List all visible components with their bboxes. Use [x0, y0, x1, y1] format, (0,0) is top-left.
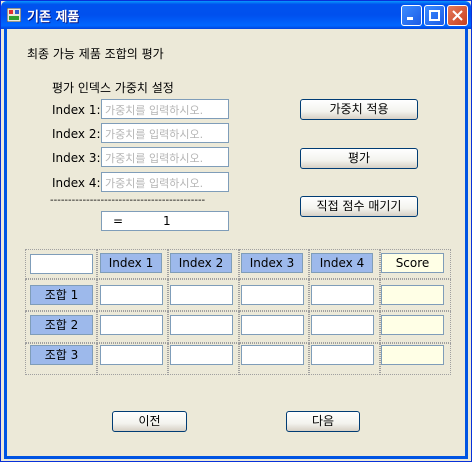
row-label-3: 조합 3 [30, 345, 93, 365]
sum-equals: = [113, 214, 124, 228]
header-index3: Index 3 [241, 253, 303, 273]
index4-label: Index 4: [52, 176, 101, 190]
apply-weights-button[interactable]: 가중치 적용 [300, 99, 418, 120]
evaluation-table: Index 1 Index 2 Index 3 Index 4 Score 조합… [25, 249, 451, 375]
cell-r3-score[interactable] [381, 345, 444, 365]
header-index2: Index 2 [170, 253, 232, 273]
cell-r3-index2[interactable] [170, 345, 233, 365]
cell-r1-index2[interactable] [170, 285, 233, 305]
cell-r2-index3[interactable] [241, 315, 304, 335]
direct-score-button[interactable]: 직접 점수 매기기 [300, 196, 418, 217]
corner-input[interactable] [30, 254, 93, 274]
index3-weight-input[interactable]: 가중치를 입력하시오. [101, 147, 229, 167]
title-bar[interactable]: 기존 제품 [1, 1, 471, 29]
cell-r2-index2[interactable] [170, 315, 233, 335]
minimize-icon [407, 17, 413, 20]
row-label-1: 조합 1 [30, 285, 93, 305]
cell-r2-index4[interactable] [311, 315, 374, 335]
maximize-button[interactable] [424, 5, 445, 26]
minimize-button[interactable] [401, 5, 422, 26]
maximize-icon [429, 10, 440, 21]
header-index4: Index 4 [311, 253, 373, 273]
cell-r3-index3[interactable] [241, 345, 304, 365]
header-index1: Index 1 [100, 253, 162, 273]
cell-r1-index3[interactable] [241, 285, 304, 305]
index3-label: Index 3: [52, 151, 101, 165]
index4-weight-input[interactable]: 가중치를 입력하시오. [101, 172, 229, 192]
next-button[interactable]: 다음 [286, 411, 360, 432]
row-label-2: 조합 2 [30, 315, 93, 335]
sum-value: 1 [163, 214, 171, 228]
index1-label: Index 1: [52, 103, 101, 117]
header-score: Score [381, 253, 444, 273]
index2-weight-input[interactable]: 가중치를 입력하시오. [101, 123, 229, 143]
cell-r3-index4[interactable] [311, 345, 374, 365]
prev-button[interactable]: 이전 [112, 411, 187, 432]
window-title: 기존 제품 [27, 10, 80, 25]
cell-r1-index1[interactable] [100, 285, 163, 305]
weight-sum-box: = 1 [101, 211, 229, 231]
close-button[interactable] [447, 5, 468, 26]
evaluate-button[interactable]: 평가 [300, 148, 418, 169]
index1-weight-input[interactable]: 가중치를 입력하시오. [101, 99, 229, 119]
close-icon [452, 10, 463, 21]
cell-r3-index1[interactable] [100, 345, 163, 365]
cell-r1-index4[interactable] [311, 285, 374, 305]
weights-section-label: 평가 인덱스 가중치 설정 [52, 81, 174, 95]
app-icon [7, 8, 21, 22]
cell-r2-index1[interactable] [100, 315, 163, 335]
sum-divider: ----------------------------------------… [50, 195, 206, 206]
main-window: 기존 제품 최종 가능 제품 조합의 평가 평가 인덱스 가중치 설정 Inde… [0, 0, 472, 462]
page-heading: 최종 가능 제품 조합의 평가 [27, 47, 164, 61]
index2-label: Index 2: [52, 127, 101, 141]
cell-r1-score[interactable] [381, 285, 444, 305]
cell-r2-score[interactable] [381, 315, 444, 335]
